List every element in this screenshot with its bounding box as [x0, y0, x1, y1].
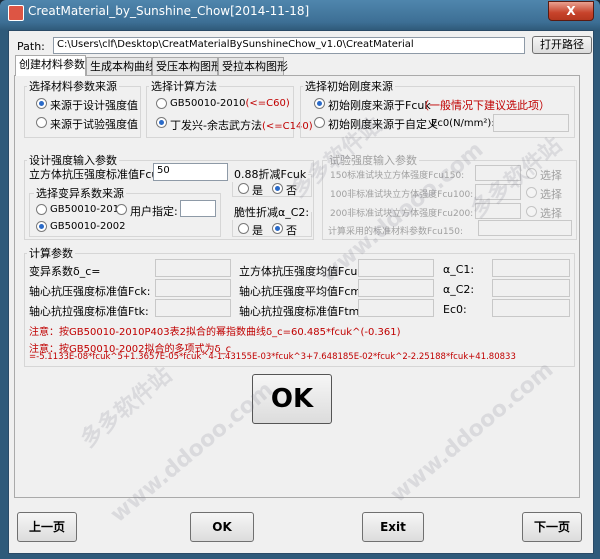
calc-ac2-output — [492, 279, 570, 297]
calc-ec0-output — [492, 299, 570, 317]
ec0-input[interactable] — [493, 114, 569, 132]
tab-generate-curve[interactable]: 生成本构曲线 — [86, 57, 156, 75]
coef-gb2002-radio[interactable] — [36, 221, 47, 232]
prev-page-button[interactable]: 上一页 — [17, 512, 77, 542]
stiffness-fcuk-label: 初始刚度来源于Fcuk — [328, 99, 431, 112]
coef-user-input[interactable] — [180, 200, 216, 217]
tab-compression-graph[interactable]: 受压本构图形 — [152, 57, 222, 75]
brittle-yes-radio[interactable] — [238, 223, 249, 234]
calc-ac1-label: α_C1: — [443, 263, 475, 276]
source-group-title: 选择材料参数来源 — [27, 78, 119, 94]
stiffness-custom-label: 初始刚度来源于自定义 — [328, 118, 438, 131]
fcu100-select-radio[interactable] — [526, 187, 537, 198]
coef-gb2002-label: GB50010-2002 — [50, 221, 126, 232]
fcu150-label: 150标准试块立方体强度Fcu150: — [330, 171, 465, 181]
coef-group-title: 选择变异系数来源 — [34, 185, 126, 201]
fcu100-input[interactable] — [475, 184, 521, 200]
fcu200-select-label: 选择 — [540, 207, 562, 220]
path-input[interactable]: C:\Users\clf\Desktop\CreatMaterialBySuns… — [53, 37, 525, 54]
coef-gb2010-label: GB50010-2010 — [50, 204, 126, 215]
method-ding-radio[interactable] — [156, 117, 167, 128]
reduce-no-radio[interactable] — [272, 183, 283, 194]
fcu150-input[interactable] — [475, 165, 521, 181]
brittle-no-label: 否 — [286, 224, 297, 237]
stiffness-recommend-note: （一般情况下建议选此项） — [418, 99, 550, 112]
reduce-no-label: 否 — [286, 184, 297, 197]
brittle-no-radio[interactable] — [272, 223, 283, 234]
close-icon: X — [566, 4, 576, 18]
calc-ftk-output — [155, 299, 231, 317]
calc-fcum-output — [358, 259, 434, 277]
fcu100-label: 100非标准试块立方体强度Fcu100: — [330, 190, 474, 200]
calc-ec0-label: Ec0: — [443, 303, 467, 316]
tab-tension-graph[interactable]: 受拉本构图形 — [218, 57, 288, 75]
method-gb2010-label: GB50010-2010(<=C60) — [170, 98, 290, 109]
adopt-label: 计算采用的标准材料参数Fcu150: — [328, 227, 464, 237]
fcu150-select-radio[interactable] — [526, 168, 537, 179]
calc-fcm-label: 轴心抗压强度平均值Fcm: — [239, 285, 365, 298]
source-test-label: 来源于试验强度值 — [50, 118, 138, 131]
stiffness-fcuk-radio[interactable] — [314, 98, 325, 109]
calc-cv-output — [155, 259, 231, 277]
adopt-input[interactable] — [478, 220, 572, 236]
source-test-radio[interactable] — [36, 117, 47, 128]
calc-ac2-label: α_C2: — [443, 283, 475, 296]
brittle-yes-label: 是 — [252, 224, 263, 237]
calc-fck-output — [155, 279, 231, 297]
tab-create-params[interactable]: 创建材料参数 — [15, 55, 86, 76]
calc-ftm-label: 轴心抗拉强度标准值Ftm: — [239, 305, 364, 318]
calc-fck-label: 轴心抗压强度标准值Fck: — [29, 285, 151, 298]
source-design-label: 来源于设计强度值 — [50, 99, 138, 112]
coef-user-label: 用户指定: — [130, 205, 178, 218]
calc-ftk-label: 轴心抗拉强度标准值Ftk: — [29, 305, 149, 318]
calc-fcm-output — [358, 279, 434, 297]
fcu200-select-radio[interactable] — [526, 206, 537, 217]
reduce-yes-radio[interactable] — [238, 183, 249, 194]
calc-group-title: 计算参数 — [27, 245, 75, 261]
ec0-label: Ec0(N/mm²): — [431, 118, 495, 129]
note-polynomial-formula: =-5.1133E-08*fcuk^5+1.3657E-05*fcuk^4-1.… — [29, 352, 516, 362]
brittle-group-title: 脆性折减α_C2: — [232, 204, 312, 220]
calc-cv-label: 变异系数δ_c= — [29, 265, 101, 278]
calc-ac1-output — [492, 259, 570, 277]
method-group-title: 选择计算方法 — [149, 78, 219, 94]
calc-fcum-label: 立方体抗压强度均值Fcum: — [239, 265, 372, 278]
fcu200-input[interactable] — [475, 203, 521, 219]
method-ding-label: 丁发兴-余志武方法(<=C140) — [170, 119, 313, 132]
open-path-button[interactable]: 打开路径 — [532, 36, 592, 54]
calc-ftm-output — [358, 299, 434, 317]
fcu200-label: 200非标准试块立方体强度Fcu200: — [330, 209, 474, 219]
fcuk-label: 立方体抗压强度标准值Fcuk: — [29, 168, 169, 181]
fcu150-select-label: 选择 — [540, 169, 562, 182]
app-icon — [8, 5, 24, 21]
reduce-yes-label: 是 — [252, 184, 263, 197]
method-gb2010-radio[interactable] — [156, 98, 167, 109]
fcuk-input[interactable]: 50 — [153, 163, 228, 181]
ok-big-button[interactable]: OK — [252, 374, 332, 424]
tab-strip: 创建材料参数 生成本构曲线 受压本构图形 受拉本构图形 — [14, 55, 580, 76]
coef-user-radio[interactable] — [116, 204, 127, 215]
reduce-group-title: 0.88折减Fcuk — [232, 166, 309, 182]
window-title: CreatMaterial_by_Sunshine_Chow[2014-11-1… — [28, 4, 310, 18]
path-label: Path: — [17, 40, 45, 53]
test-group-title: 试验强度输入参数 — [327, 152, 419, 168]
fcu100-select-label: 选择 — [540, 188, 562, 201]
coef-gb2010-radio[interactable] — [36, 204, 47, 215]
exit-button[interactable]: Exit — [362, 512, 424, 542]
stiffness-custom-radio[interactable] — [314, 117, 325, 128]
source-design-radio[interactable] — [36, 98, 47, 109]
ok-button[interactable]: OK — [190, 512, 254, 542]
stiffness-group-title: 选择初始刚度来源 — [303, 78, 395, 94]
close-button[interactable]: X — [548, 1, 594, 21]
next-page-button[interactable]: 下一页 — [522, 512, 582, 542]
note-power-curve: 注意：按GB50010-2010P403表2拟合的幂指数曲线δ_c=60.485… — [29, 327, 401, 338]
